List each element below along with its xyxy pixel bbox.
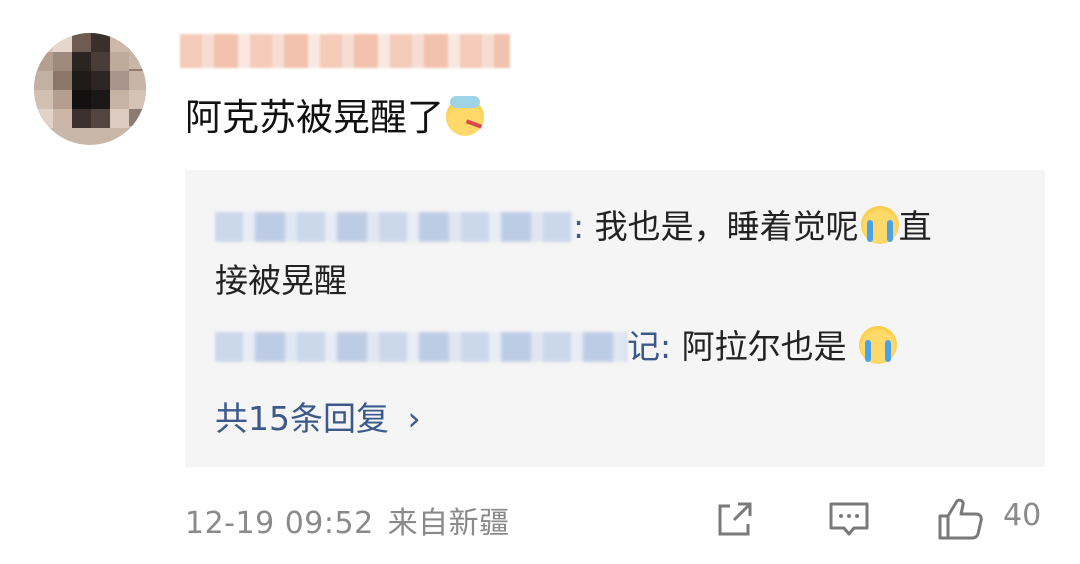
more-replies-label: 共15条回复 (215, 399, 389, 438)
reply-1-text-tail: 直 (898, 207, 932, 246)
sick-face-emoji-icon (446, 96, 484, 136)
crying-face-emoji-icon (859, 326, 898, 364)
reply-1-line-2: 接被晃醒 (215, 254, 347, 302)
reply-1-line-1: : 我也是，睡着觉呢直 (215, 200, 932, 248)
reply-box[interactable]: : 我也是，睡着觉呢直 接被晃醒 记: 阿拉尔也是 共15条回复 › (185, 170, 1045, 467)
comment-meta: 12-19 09:52 来自新疆 (185, 498, 510, 542)
reply-1-text-line-2: 接被晃醒 (215, 261, 347, 300)
crying-face-emoji-icon (860, 206, 899, 244)
like-button[interactable] (936, 496, 986, 542)
more-replies-link[interactable]: 共15条回复 › (215, 392, 421, 440)
chevron-right-icon: › (407, 399, 421, 438)
share-button[interactable] (712, 496, 758, 542)
comment-text: 阿克苏被晃醒了 (185, 90, 484, 146)
share-icon (718, 502, 752, 536)
reply-2-author-blurred[interactable] (215, 332, 627, 362)
reply-1-author-suffix: : (573, 207, 585, 246)
comment-date: 12-19 09:52 (185, 506, 374, 541)
comment-icon (829, 502, 869, 536)
thumbs-up-icon (938, 498, 983, 540)
avatar[interactable] (34, 33, 146, 145)
comment-location: 来自新疆 (387, 506, 510, 541)
reply-1-author-blurred[interactable] (215, 212, 573, 242)
comment-button[interactable] (826, 496, 872, 542)
comment-body: 阿克苏被晃醒了 (185, 96, 444, 139)
reply-2-text: 阿拉尔也是 (671, 327, 858, 366)
reply-2-author-suffix: 记: (627, 327, 672, 366)
like-count: 40 (1003, 498, 1042, 533)
username-blurred[interactable] (180, 34, 510, 68)
reply-1-text: 我也是，睡着觉呢 (584, 207, 859, 246)
reply-2-line: 记: 阿拉尔也是 (215, 320, 898, 368)
